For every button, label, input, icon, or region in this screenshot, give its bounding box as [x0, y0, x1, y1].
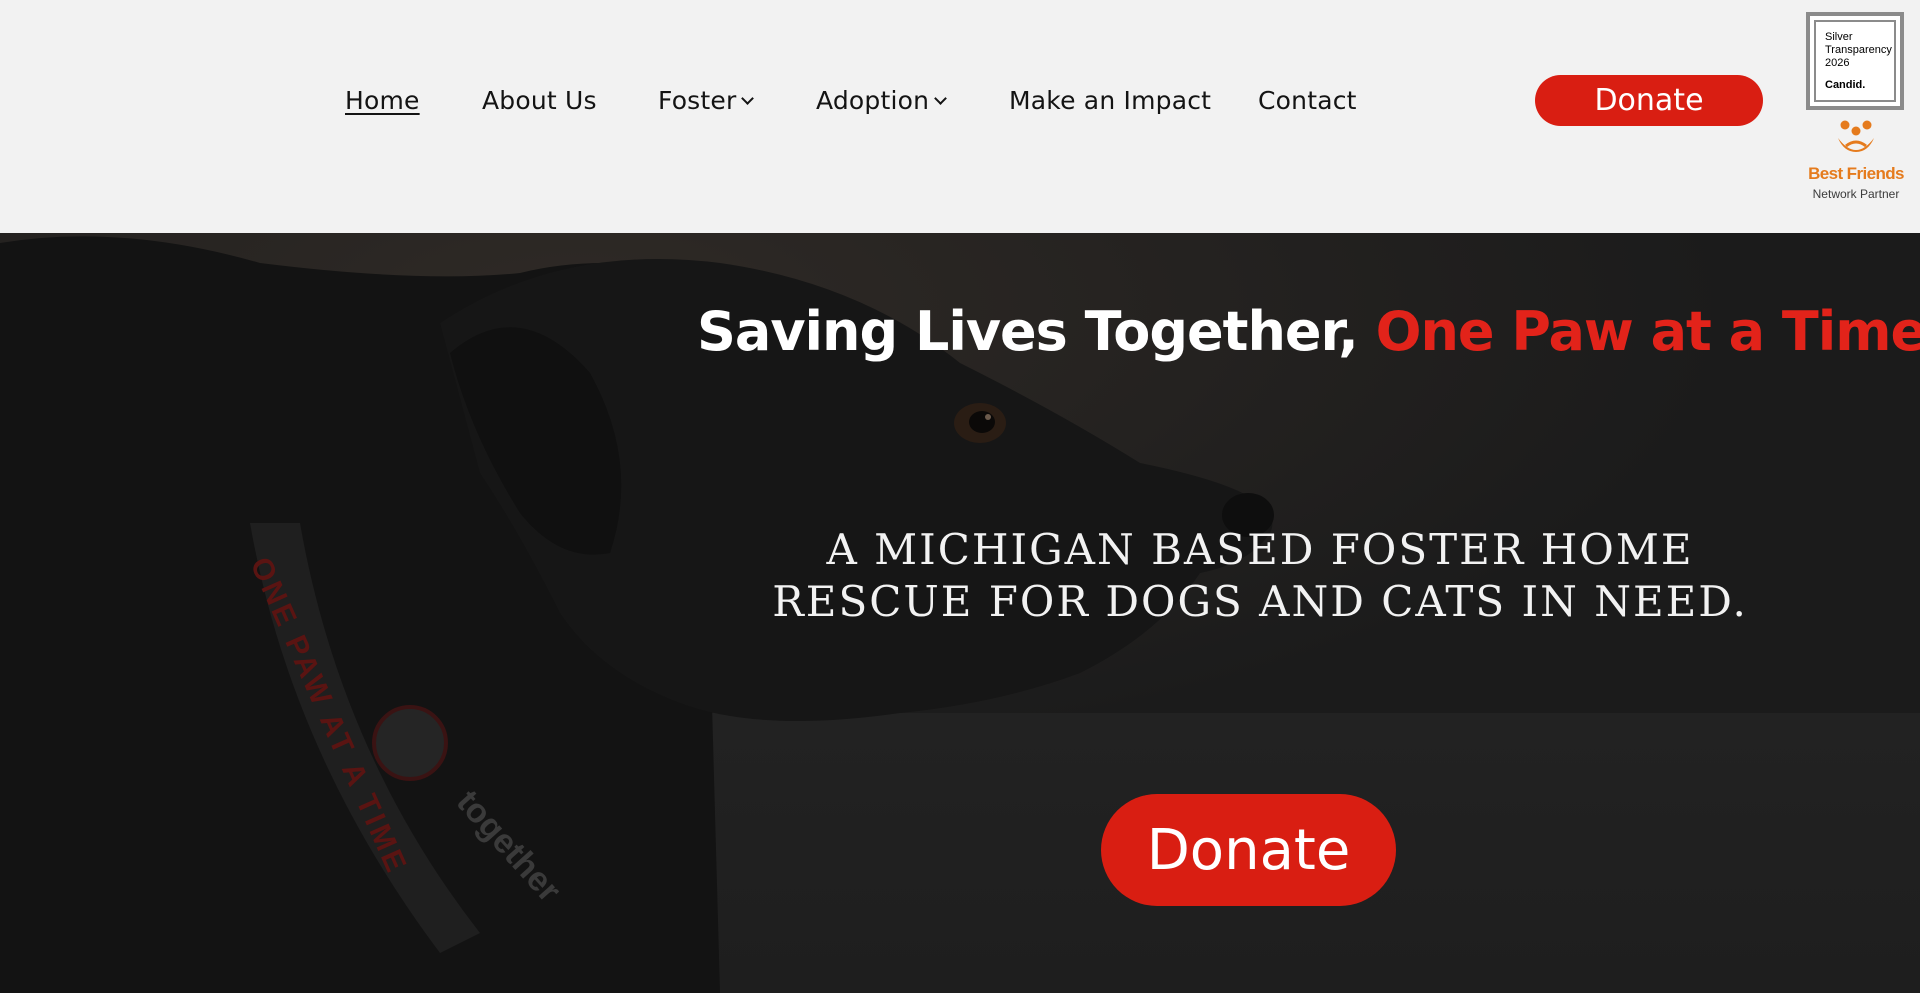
chevron-down-icon [741, 92, 755, 105]
hero-subtitle-line-1: A Michigan based foster home [826, 525, 1694, 574]
hero-section: ONE PAW AT A TIME together Saving Lives … [0, 233, 1920, 993]
candid-line-3: 2026 [1825, 57, 1850, 69]
hero-headline-white: Saving Lives Together, [697, 300, 1359, 363]
candid-seal-content: Silver Transparency 2026 Candid. [1814, 20, 1896, 102]
candid-brand: Candid. [1825, 79, 1866, 91]
chevron-down-icon [934, 92, 948, 105]
best-friends-name: Best Friends [1808, 164, 1904, 183]
hero-headline-red: One Paw at a Time. [1375, 300, 1920, 363]
nav-contact[interactable]: Contact [1258, 86, 1357, 115]
nav-adoption[interactable]: Adoption [816, 86, 948, 115]
best-friends-logo-icon [1838, 120, 1874, 152]
header-donate-button[interactable]: Donate [1535, 75, 1763, 126]
nav-home[interactable]: Home [345, 86, 420, 115]
hero-subtitle: A Michigan based foster home rescue for … [760, 524, 1760, 628]
hero-donate-button[interactable]: Donate [1101, 794, 1396, 906]
best-friends-subtitle: Network Partner [1812, 187, 1900, 201]
nav-foster[interactable]: Foster [658, 86, 755, 115]
hero-subtitle-line-2: rescue for dogs and cats in need. [772, 577, 1748, 626]
candid-line-1: Silver [1825, 31, 1853, 43]
candid-line-2: Transparency [1825, 44, 1892, 56]
nav-adoption-label: Adoption [816, 86, 930, 115]
nav-about-us[interactable]: About Us [482, 86, 597, 115]
nav-foster-label: Foster [658, 86, 737, 115]
nav-make-an-impact[interactable]: Make an Impact [1009, 86, 1211, 115]
hero-headline: Saving Lives Together, One Paw at a Time… [697, 300, 1920, 363]
candid-seal-badge[interactable]: Silver Transparency 2026 Candid. [1806, 12, 1904, 110]
site-header: Home About Us Foster Adoption Make an Im… [0, 0, 1920, 233]
best-friends-badge[interactable]: Best Friends Network Partner [1806, 118, 1906, 204]
